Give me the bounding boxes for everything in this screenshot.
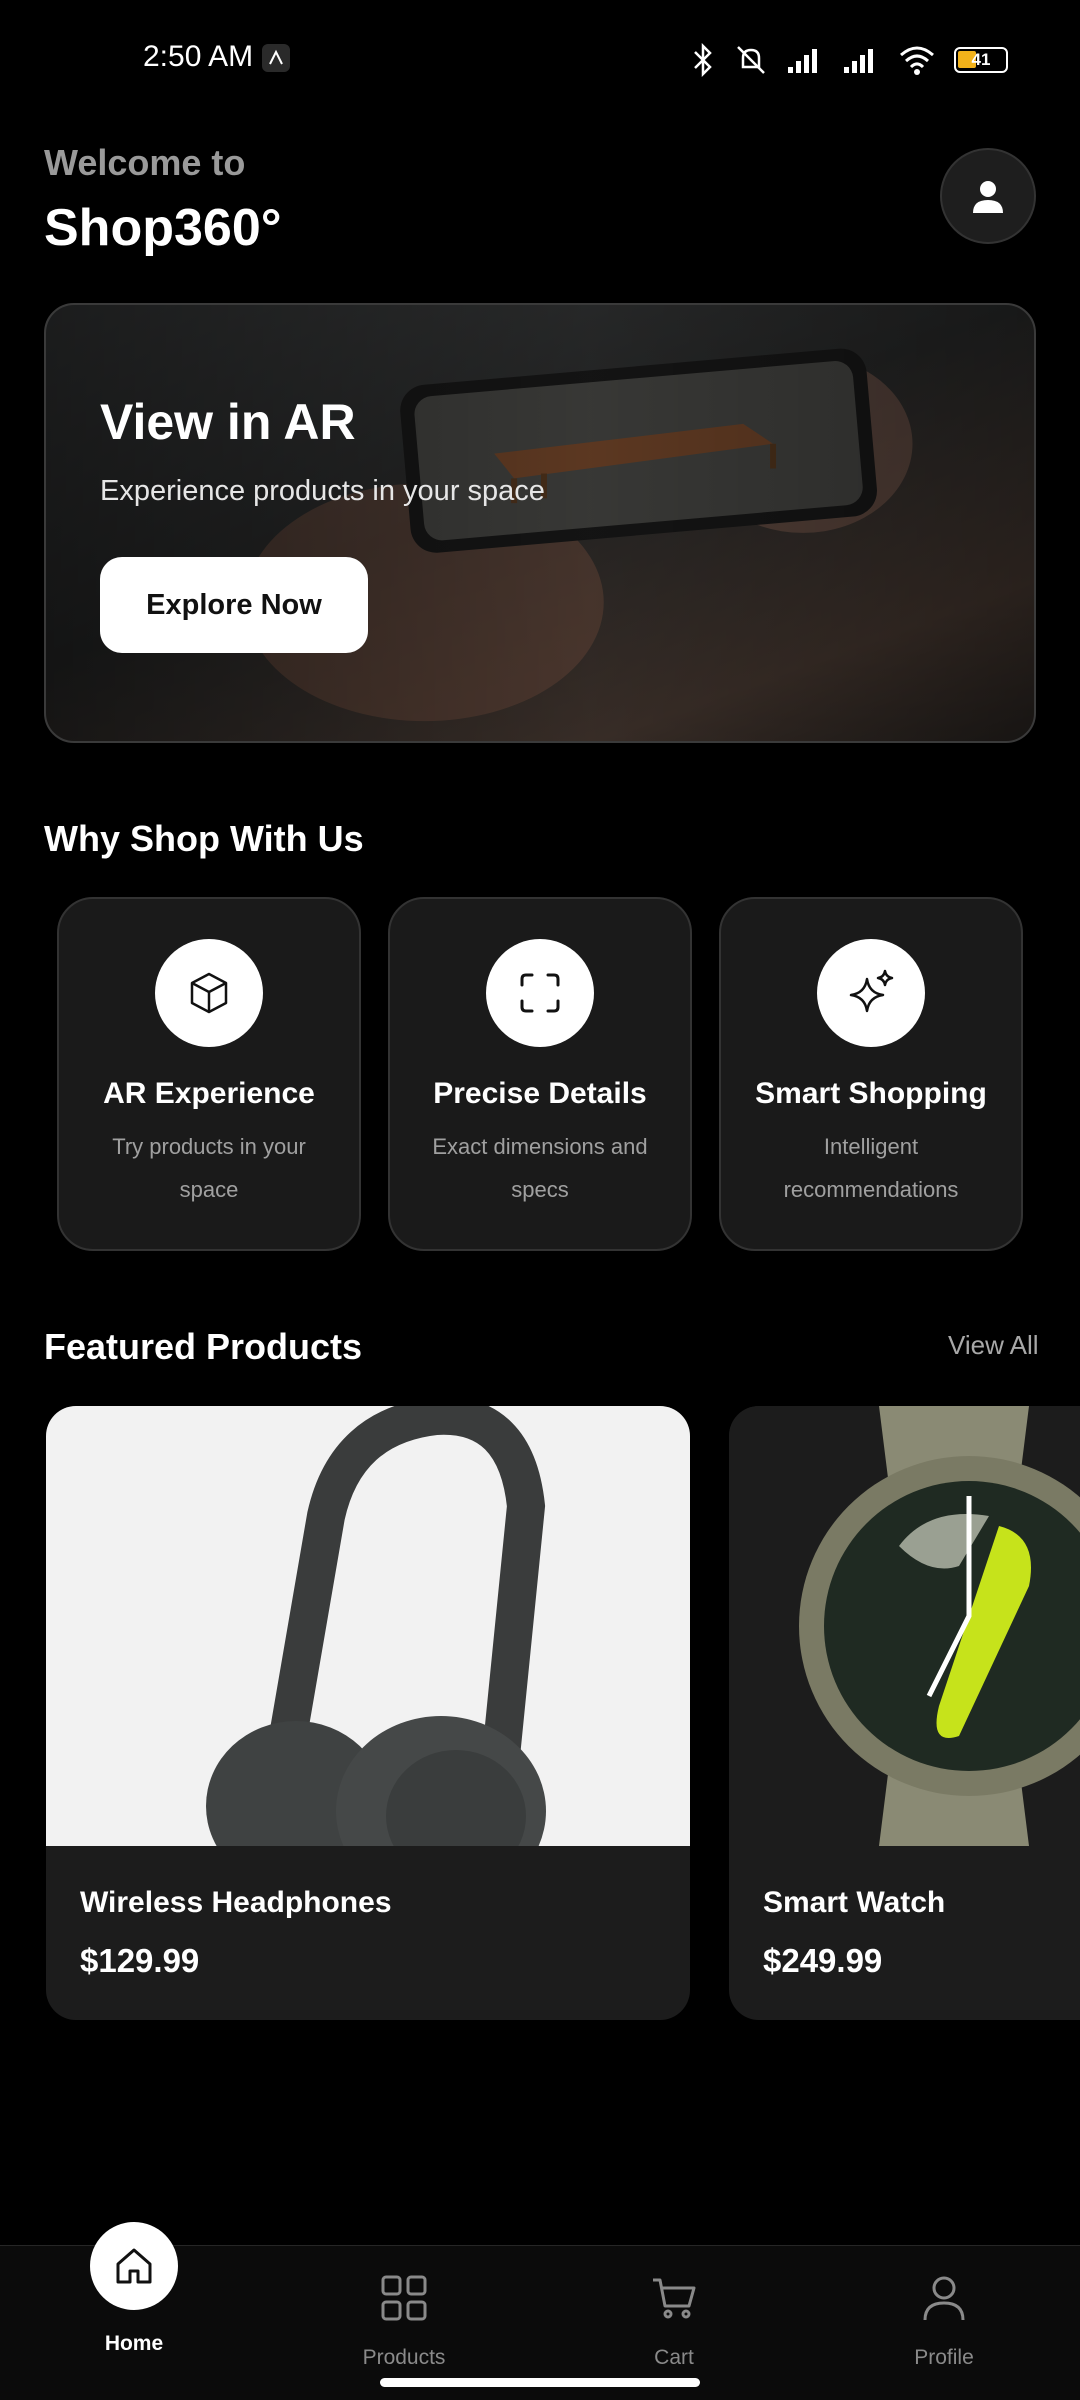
banner-overlay [46, 305, 1034, 741]
user-icon [973, 181, 1003, 213]
product-name: Smart Watch [763, 1886, 946, 1919]
nav-products[interactable]: Products [304, 2246, 504, 2400]
product-price: $249.99 [763, 1942, 883, 1979]
bottom-nav: Home Products Cart Profile [0, 2222, 1080, 2400]
user-icon [916, 2270, 972, 2326]
feature-description: Try products in your space [112, 1134, 306, 1202]
feature-title: Precise Details [433, 1077, 647, 1110]
notification-indicator-icon [262, 44, 290, 72]
feature-description: Intelligent recommendations [783, 1134, 959, 1202]
active-tab-indicator [90, 2222, 178, 2310]
feature-icon-circle [486, 939, 594, 1047]
banner-title: View in AR [100, 394, 356, 450]
brand-title: Shop360° [44, 199, 282, 257]
nav-label: Cart [654, 2346, 694, 2369]
mute-icon [737, 46, 765, 74]
feature-description: Exact dimensions and specs [432, 1134, 648, 1202]
product-card-smartwatch[interactable]: Smart Watch $249.99 [729, 1406, 1080, 2020]
feature-title: Smart Shopping [755, 1077, 987, 1110]
battery-icon: 41 [954, 47, 1008, 73]
view-all-link[interactable]: View All [948, 1330, 1039, 1361]
nav-label: Home [104, 2332, 164, 2355]
feature-card-details[interactable]: Precise Details Exact dimensions and spe… [388, 897, 692, 1251]
banner-subtitle: Experience products in your space [100, 475, 545, 507]
product-image-headphones [46, 1406, 690, 1846]
product-card-headphones[interactable]: Wireless Headphones $129.99 [46, 1406, 690, 2020]
sparkles-icon [849, 969, 894, 1013]
product-image-smartwatch [729, 1406, 1080, 1846]
why-section-title: Why Shop With Us [44, 818, 364, 859]
gesture-home-bar[interactable] [380, 2378, 700, 2387]
feature-title: AR Experience [103, 1077, 315, 1110]
nav-home[interactable]: Home [34, 2222, 234, 2400]
featured-section-title: Featured Products [44, 1326, 363, 1367]
explore-now-button[interactable]: Explore Now [100, 557, 368, 653]
status-time: 2:50 AM [143, 40, 254, 73]
feature-icon-circle [817, 939, 925, 1047]
status-bar: 2:50 AM 41 [0, 0, 1080, 120]
nav-profile[interactable]: Profile [844, 2246, 1044, 2400]
bluetooth-icon [694, 43, 712, 77]
profile-avatar-button[interactable] [940, 148, 1036, 244]
product-name: Wireless Headphones [80, 1886, 392, 1919]
grid-icon [376, 2270, 432, 2326]
signal-icon [788, 49, 817, 73]
welcome-text: Welcome to [44, 142, 246, 183]
feature-card-ar[interactable]: AR Experience Try products in your space [57, 897, 361, 1251]
cart-icon [646, 2270, 702, 2326]
signal-icon [844, 49, 873, 73]
nav-label: Profile [914, 2346, 974, 2369]
home-icon [116, 2248, 152, 2284]
product-price: $129.99 [80, 1942, 200, 1979]
cube-icon [190, 972, 228, 1014]
status-icons: 41 [690, 40, 1008, 80]
nav-label: Products [362, 2346, 446, 2369]
nav-cart[interactable]: Cart [574, 2246, 774, 2400]
wifi-icon [900, 46, 934, 75]
scan-frame-icon [520, 973, 560, 1013]
battery-level: 41 [971, 50, 991, 69]
feature-icon-circle [155, 939, 263, 1047]
feature-card-smart[interactable]: Smart Shopping Intelligent recommendatio… [719, 897, 1023, 1251]
ar-banner[interactable]: View in AR Experience products in your s… [44, 303, 1036, 743]
